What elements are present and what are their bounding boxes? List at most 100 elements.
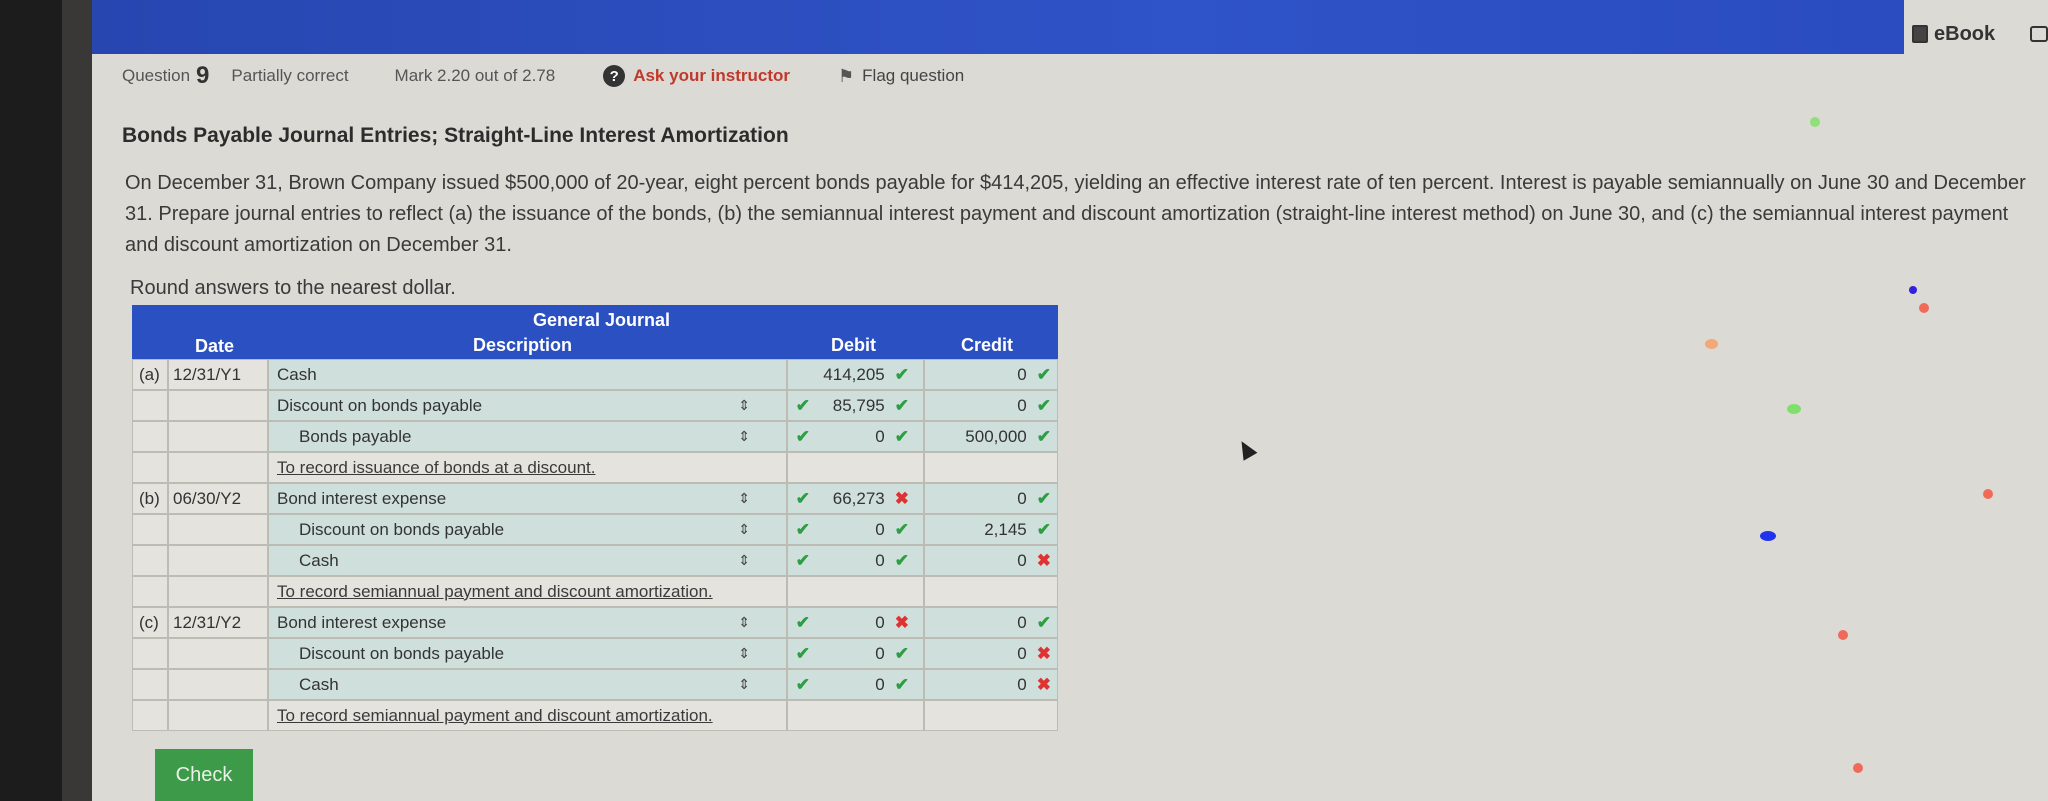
screen-glare-dot [1919, 303, 1929, 313]
credit-input[interactable]: 2,145 ✔ [924, 514, 1058, 545]
account-select[interactable]: Cash ⇕ ✔ [268, 545, 810, 576]
sort-arrows-icon[interactable]: ⇕ [738, 521, 750, 538]
flag-question-button[interactable]: ⚑ Flag question [838, 66, 964, 87]
journal-row: To record semiannual payment and discoun… [132, 576, 1058, 607]
credit-input[interactable]: 500,000 ✔ [924, 421, 1058, 452]
entry-memo: To record semiannual payment and discoun… [268, 700, 787, 731]
flag-icon: ⚑ [838, 65, 855, 86]
credit-value: 0 [1017, 364, 1027, 384]
screen-glare-dot [1787, 404, 1801, 414]
correct-check-icon: ✔ [1036, 488, 1051, 508]
entry-date: 12/31/Y2 [168, 607, 268, 638]
incorrect-x-icon: ✖ [1036, 550, 1051, 570]
question-bar: Question 9 Partially correct Mark 2.20 o… [122, 58, 964, 94]
entry-date [168, 669, 268, 700]
rounding-instruction: Round answers to the nearest dollar. [130, 277, 456, 299]
debit-value: 414,205 [823, 364, 885, 384]
credit-input[interactable]: 0 ✖ [924, 545, 1058, 576]
header-credit: Credit [961, 335, 1014, 355]
correct-check-icon: ✔ [894, 364, 909, 384]
account-name: Discount on bonds payable [299, 643, 505, 663]
debit-value: 85,795 [832, 395, 885, 415]
screen-glare-dot [1853, 763, 1863, 773]
account-name: Discount on bonds payable [277, 395, 483, 415]
credit-input[interactable]: 0 ✔ [924, 390, 1058, 421]
entry-label [132, 390, 168, 421]
entry-label: (b) [132, 483, 168, 514]
entry-memo: To record issuance of bonds at a discoun… [268, 452, 787, 483]
sort-arrows-icon[interactable]: ⇕ [738, 676, 750, 693]
entry-date [168, 390, 268, 421]
correct-check-icon: ✔ [1036, 426, 1051, 446]
incorrect-x-icon: ✖ [1036, 643, 1051, 663]
question-status: Partially correct [231, 66, 349, 85]
account-name: Cash [299, 674, 339, 694]
credit-input[interactable]: 0 ✔ [924, 483, 1058, 514]
check-button[interactable]: Check [155, 749, 253, 801]
journal-row: Cash ⇕ ✔ 0 ✔ 0 ✖ [132, 545, 1058, 576]
account-select[interactable]: Cash ⇕ ✔ [268, 669, 810, 700]
account-name: To record semiannual payment and discoun… [277, 581, 713, 601]
journal-row: To record semiannual payment and discoun… [132, 700, 1058, 731]
sort-arrows-icon[interactable]: ⇕ [738, 645, 750, 662]
journal-header: General Journal Date Description Debit C… [132, 305, 1058, 359]
entry-label [132, 545, 168, 576]
header-date: Date [195, 336, 235, 356]
ask-instructor-label: Ask your instructor [633, 66, 791, 85]
sort-arrows-icon[interactable]: ⇕ [738, 397, 750, 414]
journal-rows: (a) 12/31/Y1 Cash 414,205 ✔ 0 ✔ Discount on bon… [132, 359, 1058, 731]
ebook-button[interactable]: eBook [1912, 18, 1995, 50]
correct-check-icon: ✔ [894, 519, 909, 539]
account-name: To record semiannual payment and discoun… [277, 705, 713, 725]
screen-glare-dot [1760, 531, 1776, 541]
account-select[interactable]: Discount on bonds payable ⇕ ✔ [268, 514, 810, 545]
correct-check-icon: ✔ [894, 674, 909, 694]
credit-value: 500,000 [965, 426, 1027, 446]
question-label: Question [122, 66, 191, 85]
debit-value: 0 [875, 643, 885, 663]
account-select[interactable]: Cash [268, 359, 787, 390]
correct-check-icon: ✔ [1036, 612, 1051, 632]
sort-arrows-icon[interactable]: ⇕ [738, 428, 750, 445]
entry-date [168, 452, 268, 483]
entry-label [132, 669, 168, 700]
account-select[interactable]: Discount on bonds payable ⇕ ✔ [268, 390, 810, 421]
journal-row: Discount on bonds payable ⇕ ✔ 0 ✔ 0 ✖ [132, 638, 1058, 669]
account-name: To record issuance of bonds at a discoun… [277, 457, 596, 477]
account-select[interactable]: Bond interest expense ⇕ ✔ [268, 607, 810, 638]
account-select[interactable]: Bond interest expense ⇕ ✔ [268, 483, 810, 514]
journal-row: Bonds payable ⇕ ✔ 0 ✔ 500,000 ✔ [132, 421, 1058, 452]
journal-row: Discount on bonds payable ⇕ ✔ 0 ✔ 2,145 ✔ [132, 514, 1058, 545]
correct-check-icon: ✔ [1036, 364, 1051, 384]
problem-prompt: On December 31, Brown Company issued $50… [125, 172, 2026, 256]
account-correct-icon: ✔ [795, 488, 810, 508]
debit-value: 0 [875, 519, 885, 539]
credit-value: 0 [1017, 395, 1027, 415]
credit-input[interactable]: 0 ✖ [924, 638, 1058, 669]
credit-input [924, 452, 1058, 483]
debit-input [787, 452, 924, 483]
entry-label [132, 421, 168, 452]
credit-input[interactable]: 0 ✔ [924, 359, 1058, 390]
debit-value: 66,273 [832, 488, 885, 508]
general-journal-table: General Journal Date Description Debit C… [132, 305, 1058, 731]
sort-arrows-icon[interactable]: ⇕ [738, 552, 750, 569]
account-select[interactable]: Discount on bonds payable ⇕ ✔ [268, 638, 810, 669]
sort-arrows-icon[interactable]: ⇕ [738, 490, 750, 507]
account-correct-icon: ✔ [795, 612, 810, 632]
account-select[interactable]: Bonds payable ⇕ ✔ [268, 421, 810, 452]
credit-input[interactable]: 0 ✖ [924, 669, 1058, 700]
screen-glare-dot [1810, 117, 1820, 127]
journal-row: Discount on bonds payable ⇕ ✔ 85,795 ✔ 0 ✔ [132, 390, 1058, 421]
sort-arrows-icon[interactable]: ⇕ [738, 614, 750, 631]
credit-value: 2,145 [984, 519, 1027, 539]
debit-input[interactable]: 414,205 ✔ [787, 359, 924, 390]
print-icon[interactable] [2030, 26, 2048, 42]
debit-input [787, 576, 924, 607]
account-name: Discount on bonds payable [299, 519, 505, 539]
entry-label [132, 638, 168, 669]
credit-value: 0 [1017, 643, 1027, 663]
ask-instructor-link[interactable]: ? Ask your instructor [603, 65, 790, 87]
debit-input [787, 700, 924, 731]
credit-input[interactable]: 0 ✔ [924, 607, 1058, 638]
